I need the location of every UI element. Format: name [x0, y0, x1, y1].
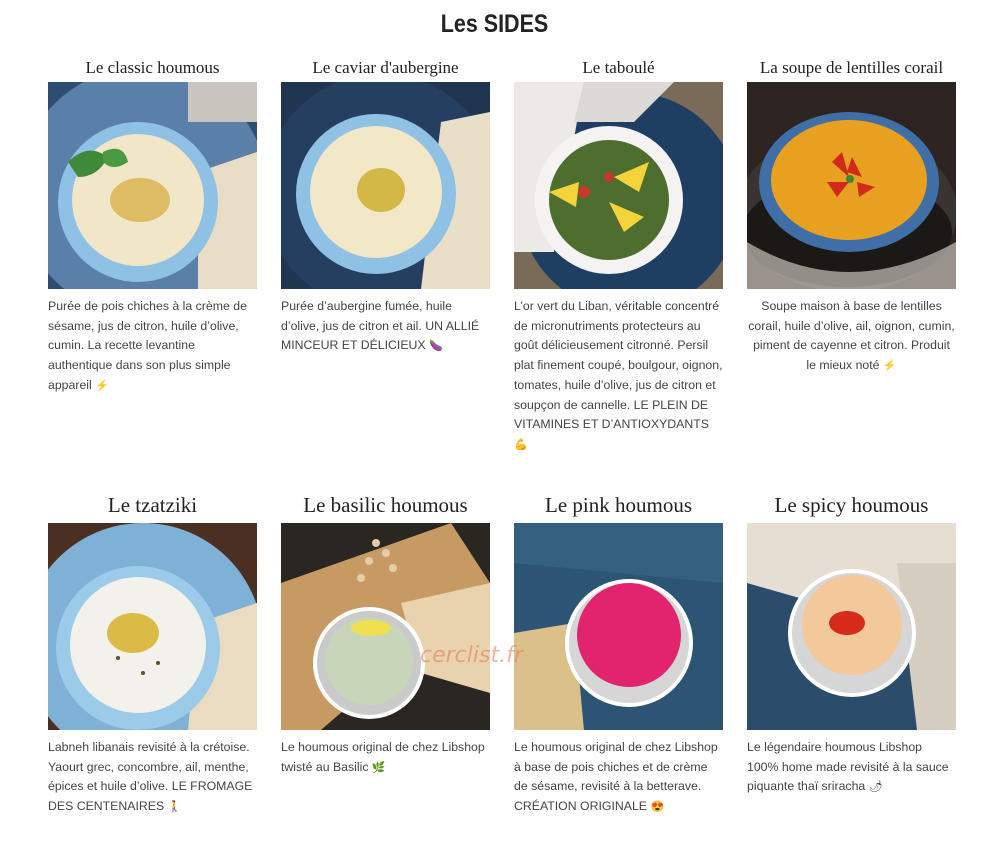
product-card-pink-houmous[interactable]: Le pink houmous Le houmous original de c…	[514, 493, 723, 818]
card-title: Le pink houmous	[545, 493, 692, 517]
card-title: Le caviar d'aubergine	[312, 58, 459, 77]
card-description: L’or vert du Liban, véritable concentré …	[514, 299, 723, 451]
taboule-photo[interactable]	[514, 82, 723, 289]
card-title: Le basilic houmous	[303, 493, 468, 517]
heart-eyes-icon: 😍	[650, 801, 665, 814]
tzatziki-photo[interactable]	[48, 523, 257, 730]
card-title: Le classic houmous	[85, 58, 220, 77]
herb-icon: 🌿	[371, 761, 386, 774]
product-card-caviar-aubergine[interactable]: Le caviar d'aubergine Purée d’aubergine …	[281, 58, 490, 357]
page-title: Les SIDES	[440, 10, 549, 38]
card-title: La soupe de lentilles corail	[759, 58, 944, 77]
product-card-basilic-houmous[interactable]: Le basilic houmous Le houmous original d…	[281, 493, 490, 778]
classic-houmous-photo[interactable]	[48, 82, 257, 289]
product-card-taboule[interactable]: Le taboulé L’or vert du Liban, véritable…	[514, 58, 723, 456]
card-description: Purée de pois chiches à la crème de sésa…	[48, 299, 247, 392]
card-description: Le houmous original de chez Libshop twis…	[281, 740, 485, 774]
card-description: Le légendaire houmous Libshop 100% home …	[747, 740, 949, 794]
card-description: Labneh libanais revisité à la crétoise. …	[48, 740, 253, 814]
chili-pepper-icon: 🌶	[868, 781, 883, 794]
lightning-icon: ⚡	[95, 379, 109, 392]
pink-houmous-photo[interactable]	[514, 523, 723, 730]
basilic-houmous-photo[interactable]	[281, 523, 490, 730]
eggplant-icon: 🍆	[429, 340, 443, 353]
product-card-tzatziki[interactable]: Le tzatziki Labneh libanais revisité à l…	[48, 493, 257, 818]
card-description: Le houmous original de chez Libshop à ba…	[514, 740, 718, 814]
caviar-aubergine-photo[interactable]	[281, 82, 490, 289]
flexed-arm-icon: 💪	[514, 438, 528, 451]
card-title: Le taboulé	[582, 58, 655, 77]
card-description: Soupe maison à base de lentilles corail,…	[748, 299, 955, 373]
card-title: Le tzatziki	[107, 493, 198, 517]
spicy-houmous-photo[interactable]	[747, 523, 956, 730]
product-card-soupe-lentilles[interactable]: La soupe de lentilles corail Soupe maiso…	[747, 58, 956, 377]
lightning-icon: ⚡	[882, 360, 897, 373]
product-card-spicy-houmous[interactable]: Le spicy houmous Le légendaire houmous L…	[747, 493, 956, 798]
watermark: cerclist.fr	[420, 643, 523, 668]
soupe-lentilles-photo[interactable]	[747, 82, 956, 289]
card-description: Purée d’aubergine fumée, huile d’olive, …	[281, 299, 480, 353]
product-card-classic-houmous[interactable]: Le classic houmous Purée de pois chiches…	[48, 58, 257, 397]
person-walking-icon: 🚶	[167, 801, 182, 814]
card-title: Le spicy houmous	[774, 493, 929, 517]
